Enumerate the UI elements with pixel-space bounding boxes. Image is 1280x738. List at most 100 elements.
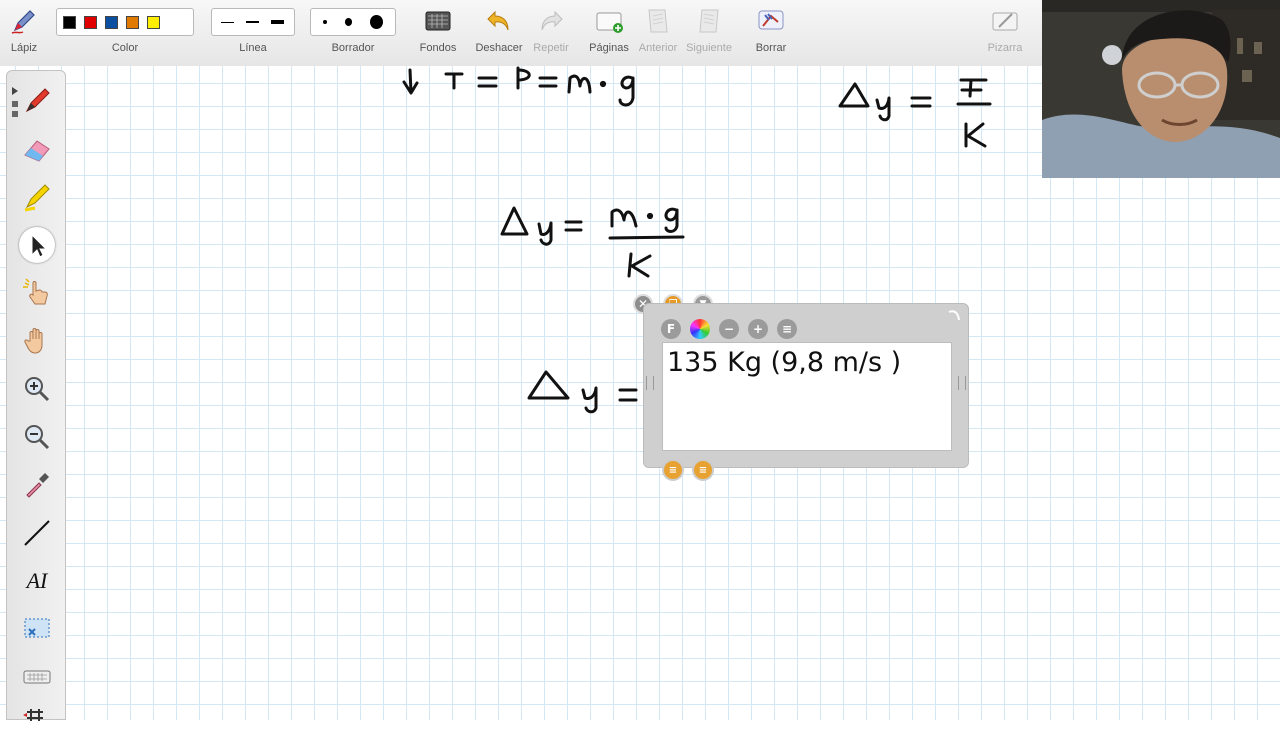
eraser-small-option[interactable]	[323, 20, 327, 24]
color-swatch-orange[interactable]	[126, 15, 139, 29]
previous-label: Anterior	[638, 42, 678, 54]
screen-capture-icon	[24, 618, 50, 638]
align-icon: ≡	[781, 322, 793, 336]
color-palette	[56, 8, 194, 36]
eraser-size-selector	[310, 8, 396, 36]
text-tool-icon: AI	[26, 568, 48, 593]
highlighter-icon	[24, 184, 50, 212]
textbox-content[interactable]: 135 Kg (9,8 m/s )	[667, 347, 901, 378]
line-width-selector	[211, 8, 295, 36]
textbox-layer-button-1[interactable]: ≡	[662, 459, 684, 481]
sidebar-pan-tool[interactable]	[21, 325, 53, 357]
eraser-label: Borrador	[331, 42, 375, 54]
next-page-button[interactable]: Siguiente	[684, 0, 734, 66]
resize-handle-left[interactable]	[646, 376, 654, 390]
sidebar-text-tool[interactable]: AI	[21, 565, 53, 597]
eraser-medium-option[interactable]	[344, 18, 353, 26]
pen-icon	[25, 88, 50, 113]
minus-icon: −	[723, 322, 735, 336]
webcam-video-image	[1042, 0, 1280, 178]
sidebar-keyboard-tool[interactable]	[21, 661, 53, 693]
pan-hand-icon	[24, 328, 43, 354]
next-page-icon	[699, 9, 719, 33]
font-label: F	[666, 322, 676, 336]
handwriting-weight-formula	[402, 66, 635, 107]
line-group: Línea	[208, 0, 298, 66]
webcam-overlay	[1042, 0, 1280, 178]
undo-label: Deshacer	[475, 42, 523, 54]
plus-icon: +	[752, 322, 764, 336]
handwriting-delta-y-equals	[527, 370, 638, 414]
decrease-font-button[interactable]: −	[719, 319, 739, 339]
sidebar-zoom-in-tool[interactable]	[21, 373, 53, 405]
color-swatch-yellow[interactable]	[147, 15, 160, 29]
pen-icon	[11, 10, 35, 34]
sidebar-highlighter-tool[interactable]	[21, 181, 53, 213]
backgrounds-icon	[425, 11, 451, 31]
pages-button[interactable]: Páginas	[584, 0, 634, 66]
sidebar-laser-hand-tool[interactable]	[21, 277, 53, 309]
keyboard-icon	[23, 670, 51, 684]
clear-board-icon	[758, 10, 784, 30]
pen-tool-button[interactable]: Lápiz	[0, 0, 48, 66]
handwriting-delta-y-f-over-k	[838, 78, 992, 148]
previous-page-button[interactable]: Anterior	[634, 0, 682, 66]
next-label: Siguiente	[686, 42, 732, 54]
backgrounds-label: Fondos	[419, 42, 457, 54]
sidebar-eraser-tool[interactable]	[21, 133, 53, 165]
line-thin-option[interactable]	[221, 21, 234, 23]
eraser-large-option[interactable]	[370, 15, 383, 29]
board-button[interactable]: Pizarra	[980, 0, 1030, 66]
clear-board-button[interactable]: Borrar	[746, 0, 796, 66]
sidebar-pen-tool[interactable]	[21, 85, 53, 117]
redo-icon	[541, 10, 563, 31]
textbox-input-area[interactable]: 135 Kg (9,8 m/s )	[662, 342, 952, 451]
clear-label: Borrar	[755, 42, 787, 54]
redo-button[interactable]: Repetir	[526, 0, 576, 66]
tools-sidebar: AI	[6, 70, 66, 721]
layer-icon: ≡	[698, 464, 708, 476]
backgrounds-button[interactable]: Fondos	[414, 0, 462, 66]
previous-page-icon	[648, 9, 668, 33]
rotate-handle-icon[interactable]	[946, 308, 962, 324]
zoom-in-icon	[25, 377, 50, 402]
eyedropper-icon	[26, 473, 49, 498]
resize-handle-right[interactable]	[958, 376, 966, 390]
sidebar-screen-capture-tool[interactable]	[21, 613, 53, 645]
color-swatch-blue[interactable]	[105, 15, 118, 29]
eraser-group: Borrador	[308, 0, 398, 66]
line-medium-option[interactable]	[246, 21, 259, 23]
textbox-layer-button-2[interactable]: ≡	[692, 459, 714, 481]
line-thick-option[interactable]	[271, 20, 284, 24]
pen-label: Lápiz	[10, 42, 38, 54]
undo-button[interactable]: Deshacer	[474, 0, 524, 66]
pointer-icon	[31, 233, 48, 258]
eraser-icon	[24, 140, 50, 162]
align-text-button[interactable]: ≡	[777, 319, 797, 339]
color-swatch-red[interactable]	[84, 15, 97, 29]
pages-label: Páginas	[589, 42, 629, 54]
text-color-button[interactable]	[690, 319, 710, 339]
redo-label: Repetir	[533, 42, 569, 54]
layer-icon: ≡	[668, 464, 678, 476]
zoom-out-icon	[25, 425, 50, 450]
laser-hand-icon	[23, 278, 48, 305]
board-label: Pizarra	[987, 42, 1023, 54]
sidebar-line-tool[interactable]	[21, 517, 53, 549]
font-button[interactable]: F	[661, 319, 681, 339]
add-page-icon	[596, 12, 623, 33]
textbox-frame[interactable]: F − + ≡ 135 Kg (9,8 m/s )	[643, 303, 969, 468]
sidebar-table-tool[interactable]	[21, 701, 53, 733]
color-label: Color	[111, 42, 139, 54]
handwriting-delta-y-mg-over-k	[500, 206, 685, 278]
sidebar-eyedropper-tool[interactable]	[21, 469, 53, 501]
undo-icon	[487, 10, 509, 31]
sidebar-pointer-tool[interactable]	[19, 227, 55, 263]
board-icon	[992, 12, 1018, 31]
increase-font-button[interactable]: +	[748, 319, 768, 339]
line-tool-icon	[24, 520, 50, 546]
color-group: Color	[52, 0, 198, 66]
table-icon	[23, 709, 43, 721]
color-swatch-black[interactable]	[63, 15, 76, 29]
sidebar-zoom-out-tool[interactable]	[21, 421, 53, 453]
